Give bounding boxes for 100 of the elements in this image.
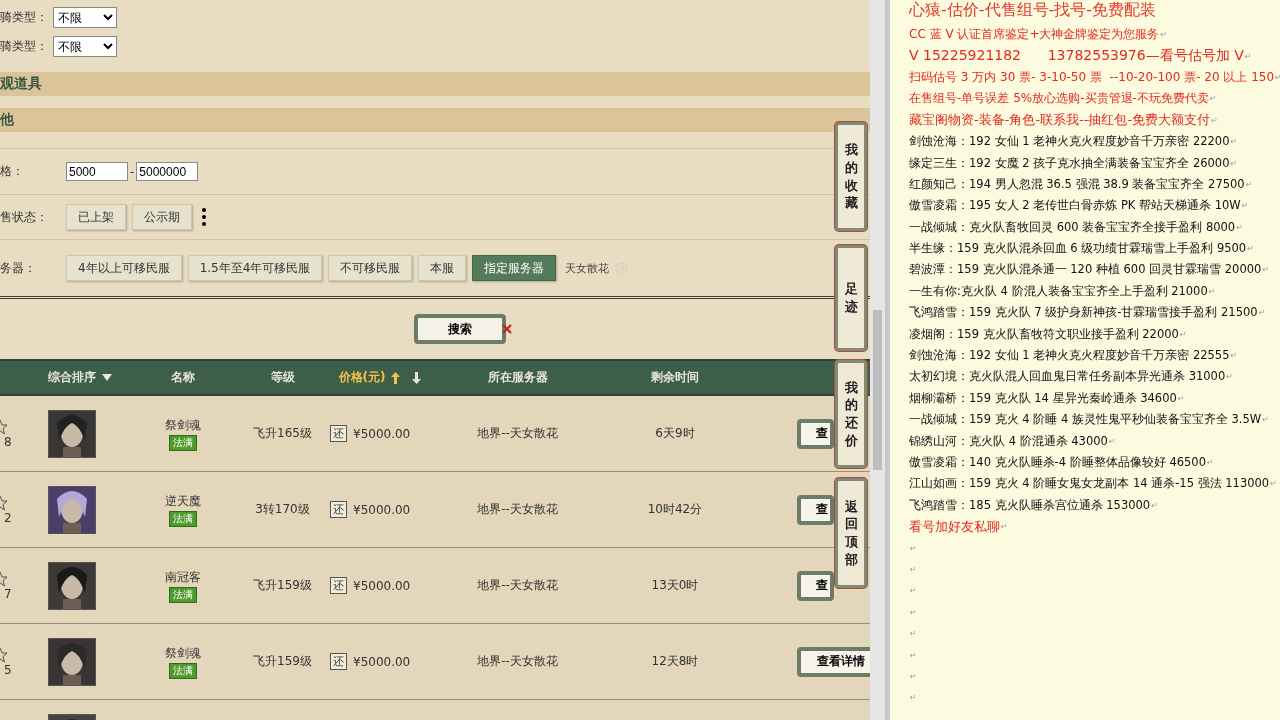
price-cell: ¥5000.00	[353, 426, 411, 441]
paragraph-mark: ↵	[910, 586, 917, 596]
paragraph-mark: ↵	[1230, 137, 1238, 147]
server-label: 务器：	[0, 259, 37, 277]
side-tab[interactable]: 我的还价	[835, 360, 867, 468]
type-select[interactable]: 不限	[53, 36, 117, 57]
filter-label: 骑类型：	[0, 38, 49, 55]
paragraph-mark: ↵	[1230, 158, 1238, 168]
document-line: 太初幻境：克火队混人回血鬼日常任务副本异光通杀 31000	[909, 369, 1226, 385]
details-button[interactable]: 查	[797, 570, 834, 601]
chosen-server: 天女散花	[565, 260, 610, 276]
paragraph-mark: ↵	[1270, 479, 1277, 489]
document-line: 缘定三生：192 女魔 2 孩子克水抽全满装备宝宝齐全 26000	[909, 155, 1230, 171]
paragraph-mark: ↵	[1262, 415, 1269, 425]
details-button[interactable]: 查看详情	[797, 646, 870, 677]
paragraph-mark: ↵	[1245, 179, 1253, 189]
status-option[interactable]: 公示期	[132, 204, 192, 230]
paragraph-mark: ↵	[1160, 30, 1168, 40]
server-option[interactable]: 1.5年至4年可移民服	[187, 255, 323, 281]
document-line: 傲雪凌霜：195 女人 2 老传世白骨赤炼 PK 帮站天梯通杀 10W	[909, 198, 1241, 214]
section-header: 他	[0, 108, 870, 132]
column-header[interactable]: 综合排序	[48, 369, 96, 386]
filter-label: 骑类型：	[0, 9, 49, 26]
server-cell-text: 地界--天女散花	[476, 501, 559, 518]
section-header: 观道具	[0, 72, 870, 96]
min-price-field[interactable]: 5000	[66, 162, 128, 181]
paragraph-mark: ↵	[1151, 500, 1158, 510]
server-option[interactable]: 4年以上可移民服	[66, 255, 182, 281]
document-heading: 心猿-估价-代售组号-找号-免费配装	[909, 0, 1158, 21]
paragraph-mark: ↵	[1211, 115, 1218, 125]
status-label: 售状态：	[0, 208, 49, 226]
price-label: 格：	[0, 163, 25, 180]
character-name: 祭剑魂	[164, 416, 201, 434]
scrollbar[interactable]	[870, 0, 885, 720]
paragraph-mark: ↵	[1001, 522, 1008, 532]
counter-offer-tag: 还	[330, 501, 347, 518]
document-line: 一战倾城：克火队畜牧回灵 600 装备宝宝齐全接手盈利 8000	[909, 219, 1236, 235]
paragraph-mark: ↵	[1209, 94, 1217, 104]
document-line: 剑蚀沧海：192 女仙 1 老神火克火程度妙音千万亲密 22200	[909, 134, 1230, 150]
character-name: 祭剑魂	[164, 644, 201, 662]
price-cell: ¥5000.00	[353, 654, 411, 669]
cross-icon	[501, 324, 512, 334]
paragraph-mark: ↵	[910, 564, 917, 574]
document-line: V 15225921182 13782553976—看号估号加 V	[909, 47, 1244, 66]
details-button[interactable]: 查	[797, 494, 834, 525]
side-tab[interactable]: 返回顶部	[835, 478, 867, 588]
paragraph-mark: ↵	[1236, 222, 1243, 232]
column-header[interactable]: 价格(元)	[338, 369, 386, 386]
document-line: 剑蚀沧海：192 女仙 1 老神火克火程度妙音千万亲密 22555	[909, 348, 1230, 364]
max-price-field[interactable]: 5000000	[136, 162, 199, 181]
type-select[interactable]: 不限	[53, 7, 117, 28]
favorite-count: 7	[4, 586, 12, 601]
price-cell: ¥5000.00	[353, 502, 411, 517]
time-cell-text: 10时42分	[646, 501, 704, 518]
paragraph-mark: ↵	[1247, 244, 1254, 254]
server-option[interactable]: 指定服务器	[472, 255, 557, 281]
document-line: 在售组号-单号误差 5%放心选购-买贵管退-不玩免费代卖	[909, 90, 1209, 108]
counter-offer-tag: 还	[330, 425, 347, 442]
column-header[interactable]: 剩余时间	[651, 369, 699, 386]
status-option[interactable]: 已上架	[66, 204, 126, 230]
document-line: 看号加好友私聊	[909, 517, 1000, 536]
counter-offer-tag: 还	[330, 577, 347, 594]
more-icon[interactable]	[202, 208, 206, 226]
server-cell-text: 地界--天女散花	[476, 425, 559, 442]
paragraph-mark: ↵	[1262, 265, 1270, 275]
paragraph-mark: ↵	[1241, 201, 1249, 211]
time-cell-text: 12天8时	[650, 653, 700, 670]
arrow-up-icon[interactable]	[391, 371, 401, 384]
range-separator: -	[130, 164, 135, 179]
column-header[interactable]: 所在服务器	[487, 369, 548, 386]
document-line: 扫码估号 3 万内 30 票- 3-10-50 票 --10-20-100 票- 20 以上 150	[909, 68, 1275, 86]
arrow-down-icon[interactable]	[412, 371, 422, 384]
paragraph-mark: ↵	[1244, 51, 1252, 61]
server-option[interactable]: 不可移民服	[328, 255, 413, 281]
price-cell: ¥5000.00	[353, 578, 411, 593]
document-line: 一生有你:克火队 4 阶混人装备宝宝齐全上手盈利 21000	[909, 283, 1208, 299]
paragraph-mark: ↵	[1275, 72, 1280, 82]
column-header[interactable]: 等级	[270, 369, 295, 386]
server-option[interactable]: 本服	[418, 255, 467, 281]
document-line: 江山如画：159 克火 4 阶睡女鬼女龙副本 14 通杀-15 强法 113000	[909, 476, 1270, 492]
paragraph-mark: ↵	[910, 671, 917, 681]
document-line: 半生缘：159 克火队混杀回血 6 级功绩甘霖瑞雪上手盈利 9500	[909, 241, 1247, 257]
sort-down-icon[interactable]	[102, 374, 112, 381]
paragraph-mark: ↵	[910, 693, 917, 703]
side-tab[interactable]: 我的收藏	[835, 122, 867, 231]
side-tab[interactable]: 足迹	[835, 245, 867, 351]
document-line: 红颜知己：194 男人忽混 36.5 强混 38.9 装备宝宝齐全 27500	[909, 176, 1245, 192]
paragraph-mark: ↵	[910, 629, 917, 639]
school-tag: 法满	[168, 662, 197, 679]
details-button[interactable]: 查	[797, 418, 834, 449]
document-line: CC 蓝 V 认证首席鉴定+大神金牌鉴定为您服务	[909, 26, 1160, 44]
document-line: 一战倾城：159 克火 4 阶睡 4 族灵性鬼平秒仙装备宝宝齐全 3.5W	[909, 412, 1262, 428]
column-header[interactable]: 名称	[170, 369, 195, 386]
character-name: 南冠客	[164, 568, 201, 586]
paragraph-mark: ↵	[1206, 458, 1214, 467]
level-cell-text: 3转170级	[254, 501, 311, 518]
paragraph-mark: ↵	[1258, 308, 1266, 318]
character-name: 逆天魔	[164, 492, 201, 510]
document-line: 凌烟阁：159 克火队畜牧符文职业接手盈利 22000	[909, 326, 1179, 342]
search-button[interactable]: 搜索	[413, 314, 506, 344]
